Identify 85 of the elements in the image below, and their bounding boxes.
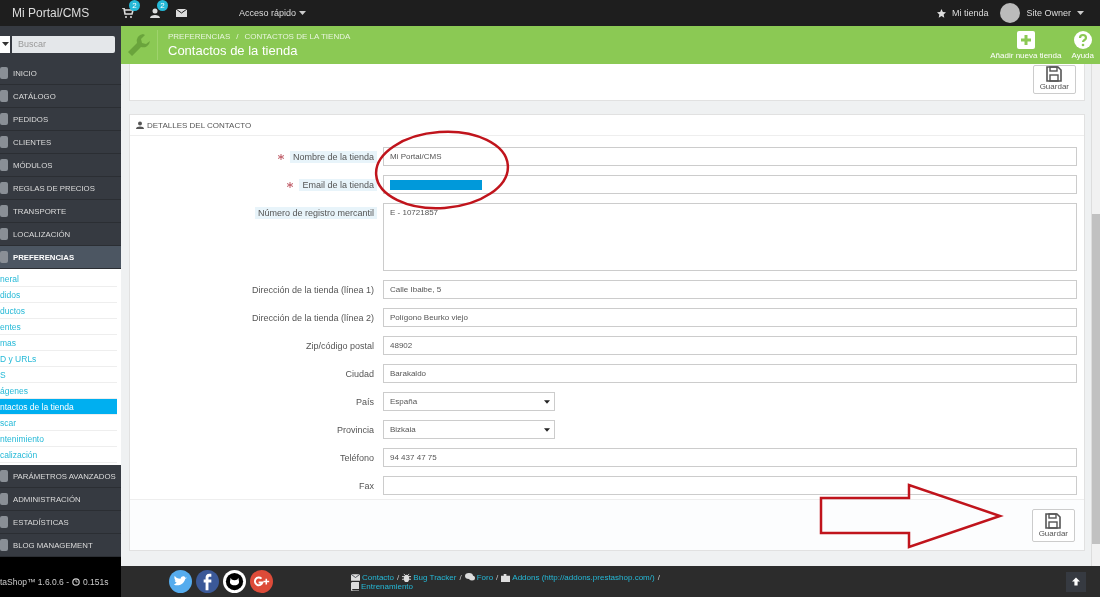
- user-menu[interactable]: Site Owner: [1026, 8, 1071, 18]
- cat-logo-icon[interactable]: [223, 570, 246, 593]
- square-icon: [0, 113, 8, 125]
- link-separator: /: [459, 572, 462, 582]
- panel-title: DETALLES DEL CONTACTO: [147, 120, 252, 130]
- square-icon: [0, 516, 8, 528]
- field-label: Email de la tienda: [299, 178, 377, 191]
- field-label: Dirección de la tienda (línea 2): [250, 311, 375, 324]
- g-plus-logo-icon[interactable]: [250, 570, 273, 593]
- field-label: Ciudad: [344, 367, 375, 380]
- field-label: Provincia: [336, 423, 375, 436]
- clock-icon: [72, 577, 80, 586]
- text-field[interactable]: Mi Portal/CMS: [383, 147, 1077, 166]
- link-separator: /: [657, 572, 660, 582]
- text-field[interactable]: Polígono Beurko viejo: [383, 308, 1077, 327]
- scroll-top-button[interactable]: [1066, 571, 1086, 592]
- wrench-icon: [127, 33, 151, 57]
- field-label: Teléfono: [338, 451, 375, 464]
- search-scope-dropdown[interactable]: [0, 35, 10, 53]
- square-icon: [0, 67, 8, 79]
- square-icon: [0, 136, 8, 148]
- square-icon: [0, 205, 8, 217]
- footer-link[interactable]: Entrenamiento: [361, 581, 414, 591]
- envelope-icon[interactable]: [176, 9, 187, 17]
- field-label: Fax: [358, 479, 375, 492]
- user-icon: [136, 121, 144, 129]
- square-icon: [0, 228, 8, 240]
- square-icon: [0, 182, 8, 194]
- caret-icon: [544, 427, 550, 432]
- footer-link[interactable]: Bug Tracker: [413, 572, 457, 582]
- notification-badge: 2: [157, 0, 168, 11]
- footer-link[interactable]: Foro: [476, 572, 494, 582]
- arrow-up-icon: [1072, 577, 1080, 586]
- bird-icon[interactable]: [169, 570, 192, 593]
- square-icon: [0, 539, 8, 551]
- plus-icon: [1016, 30, 1035, 49]
- square-icon: [0, 159, 8, 171]
- shop-link[interactable]: Mi tienda: [951, 8, 989, 18]
- avatar-icon[interactable]: [1000, 3, 1021, 23]
- text-field[interactable]: Calle Ibaibe, 5: [383, 280, 1077, 299]
- link-separator: /: [397, 572, 400, 582]
- text-field[interactable]: 48902: [383, 336, 1077, 355]
- field-label: Dirección de la tienda (línea 1): [250, 283, 375, 296]
- text-field[interactable]: [383, 476, 1077, 495]
- square-icon: [0, 493, 8, 505]
- caret-icon: [1077, 11, 1084, 15]
- field-label: Zip/código postal: [304, 339, 375, 352]
- brand-name[interactable]: Mi Portal/CMS: [0, 6, 122, 20]
- breadcrumb-separator: /: [236, 32, 239, 41]
- field-label: País: [355, 395, 375, 408]
- version-text: taShop™ 1.6.0.6 -: [0, 576, 69, 587]
- square-icon: [0, 251, 8, 263]
- quick-access-menu[interactable]: Acceso rápido: [233, 7, 313, 19]
- caret-icon: [544, 399, 550, 404]
- square-icon: [0, 90, 8, 102]
- cart-icon[interactable]: [122, 8, 134, 18]
- caret-icon: [1, 42, 9, 46]
- select-dropdown[interactable]: Bizkaia: [383, 420, 555, 439]
- envelope-icon: [351, 573, 360, 581]
- chat-icon: [464, 573, 475, 581]
- star-icon: [936, 8, 946, 18]
- text-area[interactable]: E - 10721857: [383, 203, 1077, 271]
- user-icon[interactable]: [150, 8, 160, 18]
- f-logo-icon[interactable]: [196, 570, 219, 593]
- load-time: 0.151s: [83, 576, 109, 587]
- caret-icon: [299, 11, 307, 15]
- footer-link[interactable]: Addons (http://addons.prestashop.com/): [512, 572, 655, 582]
- page-title: Contactos de la tienda: [168, 43, 299, 58]
- help-icon: [1073, 30, 1092, 49]
- text-field[interactable]: Barakaldo: [383, 364, 1077, 383]
- field-label: Número de registro mercantil: [254, 206, 377, 219]
- book-icon: [351, 581, 359, 591]
- select-dropdown[interactable]: España: [383, 392, 555, 411]
- footer-link[interactable]: Contacto: [362, 572, 395, 582]
- link-separator: /: [496, 572, 499, 582]
- save-button[interactable]: Guardar: [1031, 508, 1075, 542]
- square-icon: [0, 470, 8, 482]
- puzzle-icon: [501, 572, 511, 582]
- text-field[interactable]: 94 437 47 75: [383, 448, 1077, 467]
- save-button[interactable]: Guardar: [1032, 65, 1076, 94]
- text-field[interactable]: [383, 175, 1077, 194]
- bug-icon: [402, 572, 412, 582]
- field-label: Nombre de la tienda: [289, 150, 377, 163]
- scrollbar-thumb[interactable]: [1092, 214, 1100, 544]
- notification-badge: 2: [129, 0, 140, 11]
